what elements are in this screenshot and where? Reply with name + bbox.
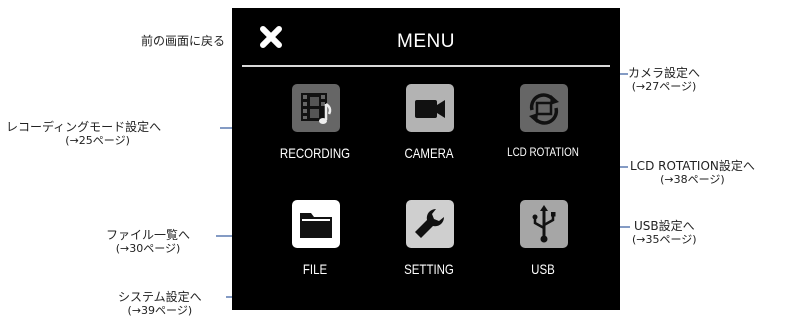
annotation-file: ファイル一覧へ (→30ページ) [106,228,190,256]
folder-icon [292,200,340,248]
rotation-icon [520,84,568,132]
annotation-text: カメラ設定へ [628,66,701,80]
annotation-page-ref: (→25ページ) [65,134,130,147]
annotation-lcd-rotation: LCD ROTATION設定へ (→38ページ) [630,159,755,187]
tile-label: SETTING [404,261,454,277]
annotation-system: システム設定へ (→39ページ) [118,290,202,318]
tile-label: RECORDING [279,145,351,161]
annotation-text: システム設定へ [118,290,202,304]
tile-setting[interactable]: SETTING [374,192,484,302]
tile-lcd-rotation[interactable]: LCD ROTATION [488,76,598,186]
video-camera-icon [406,84,454,132]
annotation-usb: USB設定へ (→35ページ) [632,219,697,247]
tile-usb[interactable]: USB [488,192,598,302]
annotation-camera: カメラ設定へ (→27ページ) [628,66,700,94]
annotation-text: ファイル一覧へ [106,228,191,242]
annotation-back: 前の画面に戻る [141,34,225,48]
header-divider [242,65,610,67]
tile-camera[interactable]: CAMERA [374,76,484,186]
annotation-page-ref: (→35ページ) [632,233,697,246]
menu-title: MENU [397,31,455,52]
tile-label: USB [531,261,555,277]
annotation-text: 前の画面に戻る [140,34,225,48]
annotation-page-ref: (→27ページ) [631,80,697,93]
tile-recording[interactable]: RECORDING [260,76,370,186]
tile-file[interactable]: FILE [260,192,370,302]
wrench-icon [406,200,454,248]
annotation-recording: レコーディングモード設定へ (→25ページ) [6,120,161,148]
tile-label: FILE [302,261,328,277]
annotation-text: LCD ROTATION設定へ [630,159,755,173]
annotation-text: USB設定へ [633,219,695,233]
tile-label: LCD ROTATION [507,145,579,159]
annotation-page-ref: (→38ページ) [660,173,725,186]
annotation-page-ref: (→39ページ) [127,304,193,317]
usb-icon [520,200,568,248]
menu-screen: MENU RECORDING CAMERA LCD ROTATION FILE … [232,8,620,310]
menu-header: MENU [232,8,620,66]
annotation-page-ref: (→30ページ) [115,242,181,255]
film-music-icon [292,84,340,132]
tile-label: CAMERA [404,145,454,161]
annotation-text: レコーディングモード設定へ [6,120,162,134]
